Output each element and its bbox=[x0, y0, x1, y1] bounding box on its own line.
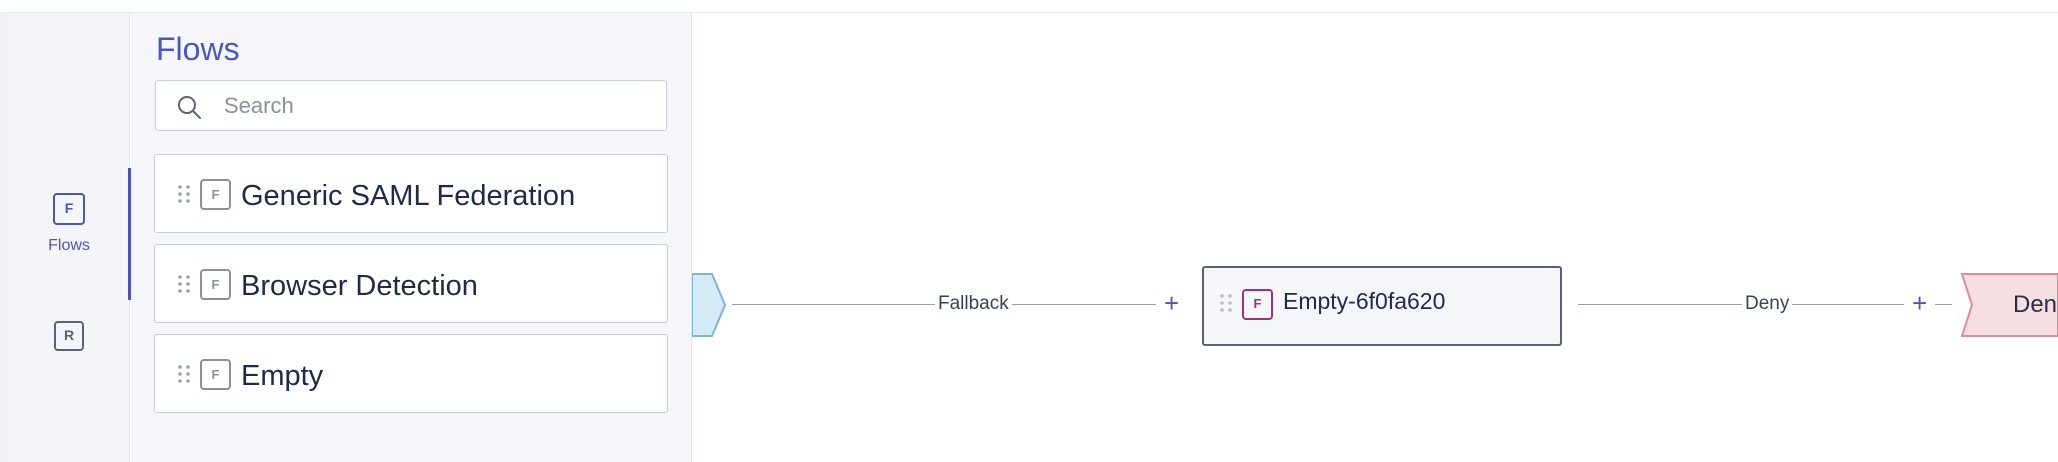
add-step-button[interactable]: + bbox=[1904, 290, 1936, 316]
rail-item-rules[interactable]: R bbox=[8, 321, 130, 361]
start-node[interactable] bbox=[692, 273, 726, 337]
flow-icon: F bbox=[200, 269, 231, 300]
flow-name: Generic SAML Federation bbox=[241, 180, 576, 212]
flows-panel: Flows F Generic SAML Federation F bbox=[131, 13, 692, 462]
flow-list-item[interactable]: F Generic SAML Federation bbox=[154, 154, 668, 233]
search-box[interactable] bbox=[155, 80, 667, 131]
add-step-button[interactable]: + bbox=[1156, 290, 1188, 316]
flow-node-name: Empty-6f0fa620 bbox=[1283, 288, 1446, 314]
flow-canvas[interactable]: Fallback + F Empty-6f0fa620 Deny + Den bbox=[692, 13, 2058, 462]
panel-title: Flows bbox=[156, 31, 240, 67]
flows-icon: F bbox=[53, 193, 85, 225]
search-input[interactable] bbox=[224, 91, 644, 121]
icon-rail: F Flows R bbox=[8, 13, 131, 462]
flow-node-icon: F bbox=[1242, 289, 1273, 320]
flow-step-node[interactable]: F Empty-6f0fa620 bbox=[1202, 266, 1562, 346]
drag-handle-icon[interactable] bbox=[1219, 293, 1233, 313]
flow-icon: F bbox=[200, 179, 231, 210]
left-edge bbox=[0, 12, 8, 462]
flow-list-item[interactable]: F Empty bbox=[154, 334, 668, 413]
flow-icon: F bbox=[200, 359, 231, 390]
rail-item-flows-label: Flows bbox=[48, 237, 90, 254]
edge-label-fallback: Fallback bbox=[935, 293, 1012, 315]
flow-name: Browser Detection bbox=[241, 270, 478, 302]
deny-node-label: Den bbox=[2013, 291, 2058, 318]
app-root: F Flows R Flows F Generic SAML Federatio… bbox=[0, 0, 2058, 462]
drag-handle-icon[interactable] bbox=[177, 364, 191, 384]
deny-node[interactable]: Den bbox=[1960, 273, 2058, 337]
flow-list-item[interactable]: F Browser Detection bbox=[154, 244, 668, 323]
search-icon bbox=[178, 96, 201, 119]
rules-icon: R bbox=[54, 321, 84, 351]
flow-name: Empty bbox=[241, 360, 324, 392]
rail-item-flows[interactable]: F Flows bbox=[8, 168, 131, 300]
drag-handle-icon[interactable] bbox=[177, 274, 191, 294]
drag-handle-icon[interactable] bbox=[177, 184, 191, 204]
edge-label-deny: Deny bbox=[1742, 293, 1793, 315]
